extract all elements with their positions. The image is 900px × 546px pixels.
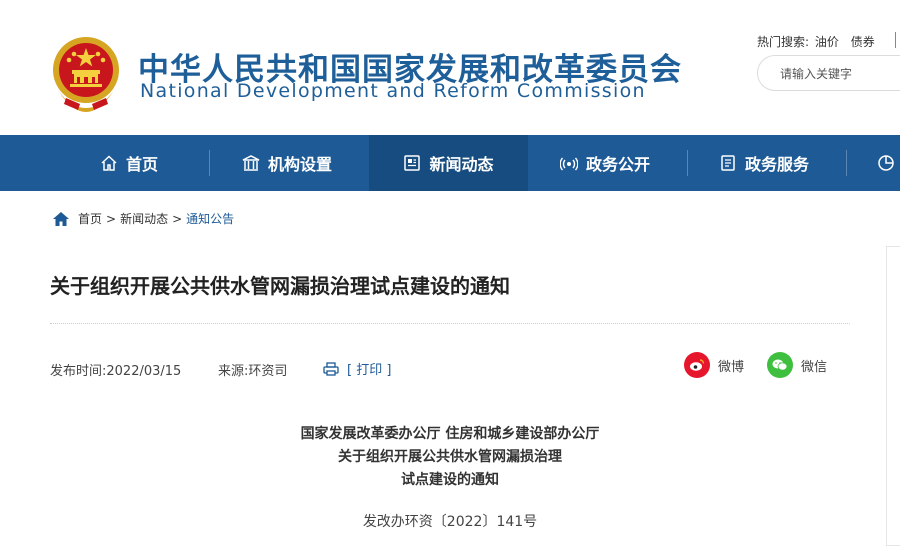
- nav-item-gov-affairs[interactable]: 政务公开: [560, 135, 650, 191]
- nav-item-data[interactable]: [877, 135, 900, 191]
- article-title: 关于组织开展公共供水管网漏损治理试点建设的通知: [50, 274, 510, 298]
- org-name-en[interactable]: National Development and Reform Commissi…: [140, 80, 646, 102]
- search-box: [757, 55, 900, 91]
- broadcast-icon: [560, 157, 578, 171]
- nav-separator: [209, 150, 210, 176]
- national-emblem-icon[interactable]: [50, 34, 122, 114]
- print-button[interactable]: [ 打印 ]: [323, 359, 391, 378]
- news-icon: [404, 155, 421, 171]
- share-wechat[interactable]: 微信: [767, 352, 827, 378]
- hot-search-term[interactable]: 债券: [851, 35, 875, 49]
- breadcrumb-item-home[interactable]: 首页: [78, 210, 102, 227]
- nav-item-home[interactable]: 首页: [100, 135, 158, 191]
- weibo-icon: [684, 352, 710, 378]
- wechat-icon: [767, 352, 793, 378]
- title-divider: [50, 323, 850, 324]
- nav-separator: [687, 150, 688, 176]
- nav-label: 政务服务: [745, 155, 810, 174]
- home-icon: [101, 155, 117, 171]
- hot-search-label: 热门搜索:: [757, 35, 810, 49]
- share-label: 微博: [718, 359, 745, 375]
- printer-icon: [323, 361, 339, 376]
- breadcrumb-item-news[interactable]: 新闻动态: [120, 210, 168, 227]
- search-input[interactable]: [778, 66, 900, 82]
- hot-search: 热门搜索: 油价 债券: [757, 33, 883, 50]
- nav-label: 新闻动态: [429, 155, 494, 174]
- publish-time: 发布时间:2022/03/15: [50, 364, 182, 379]
- nav-item-gov-services[interactable]: 政务服务: [719, 135, 809, 191]
- print-label: [ 打印 ]: [347, 363, 392, 378]
- building-icon: [242, 155, 260, 171]
- hot-search-term[interactable]: 油价: [815, 35, 839, 49]
- breadcrumb-separator: >: [172, 211, 183, 226]
- share-weibo[interactable]: 微博: [684, 352, 744, 378]
- document-icon: [721, 155, 735, 171]
- article-source: 来源:环资司: [218, 364, 288, 379]
- nav-label: 机构设置: [268, 155, 333, 174]
- nav-separator: [846, 150, 847, 176]
- home-icon[interactable]: [52, 211, 70, 227]
- doc-header-line: 国家发展改革委办公厅 住房和城乡建设部办公厅: [300, 426, 600, 442]
- breadcrumb: 首页 > 新闻动态 > 通知公告: [52, 210, 234, 227]
- nav-label: 政务公开: [586, 155, 651, 174]
- breadcrumb-separator: >: [106, 211, 117, 226]
- doc-header-line: 试点建设的通知: [401, 472, 499, 488]
- side-panel: [886, 246, 900, 546]
- hot-search-divider: [895, 32, 896, 48]
- nav-item-news[interactable]: 新闻动态: [369, 135, 528, 191]
- doc-header-line: 关于组织开展公共供水管网漏损治理: [338, 449, 562, 465]
- share-label: 微信: [801, 359, 828, 375]
- site-header: 中华人民共和国国家发展和改革委员会 National Development a…: [0, 0, 900, 135]
- pie-chart-icon: [878, 155, 894, 171]
- main-nav: 首页 机构设置 新闻动态 政务公开 政务服务: [0, 135, 900, 191]
- nav-item-organization[interactable]: 机构设置: [242, 135, 332, 191]
- nav-label: 首页: [126, 155, 159, 174]
- doc-number: 发改办环资〔2022〕141号: [362, 514, 538, 530]
- breadcrumb-item-notices[interactable]: 通知公告: [186, 210, 234, 227]
